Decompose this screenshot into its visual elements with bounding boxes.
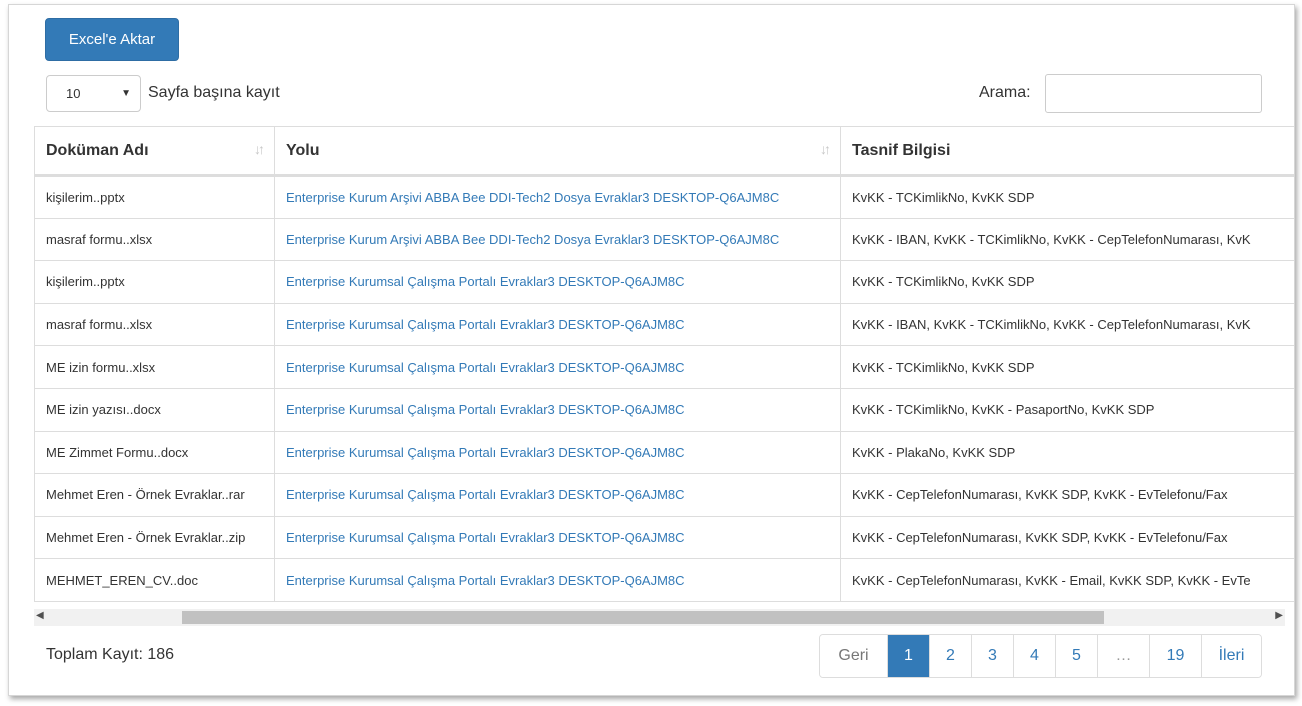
table-row[interactable]: ME Zimmet Formu..docx Enterprise Kurumsal… — [34, 430, 1294, 475]
pagination-ellipsis: … — [1097, 635, 1149, 677]
cell-document-name: ME izin yazısı..docx — [34, 387, 275, 432]
column-header-label: Doküman Adı — [46, 141, 149, 159]
cell-document-name: Mehmet Eren - Örnek Evraklar..rar — [34, 473, 275, 517]
search-label: Arama: — [979, 84, 1031, 101]
cell-classification: KvKK - IBAN, KvKK - TCKimlikNo, KvKK - C… — [840, 217, 1294, 262]
pagination-page-3[interactable]: 3 — [971, 635, 1013, 677]
column-header-label: Tasnif Bilgisi — [852, 141, 951, 159]
cell-path[interactable]: Enterprise Kurumsal Çalışma Portalı Evra… — [274, 387, 841, 432]
cell-document-name: kişilerim..pptx — [34, 175, 275, 219]
cell-path[interactable]: Enterprise Kurumsal Çalışma Portalı Evra… — [274, 260, 841, 304]
cell-classification: KvKK - IBAN, KvKK - TCKimlikNo, KvKK - C… — [840, 302, 1294, 347]
table-row[interactable]: Mehmet Eren - Örnek Evraklar..rar Enterpr… — [34, 473, 1294, 517]
table-viewport: Doküman Adı ↓↑ Yolu ↓↑ Tasnif Bilgisi ki… — [34, 126, 1294, 604]
table-row[interactable]: masraf formu..xlsx Enterprise Kurum Arşiv… — [34, 217, 1294, 262]
pagination-page-5[interactable]: 5 — [1055, 635, 1097, 677]
cell-classification: KvKK - CepTelefonNumarası, KvKK SDP, KvK… — [840, 473, 1294, 517]
cell-path[interactable]: Enterprise Kurum Arşivi ABBA Bee DDI-Tec… — [274, 175, 841, 219]
page-length-select[interactable]: 10 ▼ — [46, 75, 141, 112]
cell-classification: KvKK - TCKimlikNo, KvKK - PasaportNo, Kv… — [840, 387, 1294, 432]
table-row[interactable]: MEHMET_EREN_CV..doc Enterprise Kurumsal Ç… — [34, 558, 1294, 602]
pagination-page-4[interactable]: 4 — [1013, 635, 1055, 677]
cell-path[interactable]: Enterprise Kurumsal Çalışma Portalı Evra… — [274, 345, 841, 389]
pagination-page-2[interactable]: 2 — [929, 635, 971, 677]
cell-classification: KvKK - PlakaNo, KvKK SDP — [840, 430, 1294, 475]
page-length-value: 10 — [66, 86, 81, 101]
export-excel-button[interactable]: Excel'e Aktar — [45, 18, 179, 61]
pagination-page-1[interactable]: 1 — [887, 635, 929, 677]
table-body: kişilerim..pptx Enterprise Kurum Arşivi A… — [34, 175, 1294, 602]
cell-path[interactable]: Enterprise Kurumsal Çalışma Portalı Evra… — [274, 515, 841, 560]
cell-document-name: masraf formu..xlsx — [34, 217, 275, 262]
cell-document-name: MEHMET_EREN_CV..doc — [34, 558, 275, 602]
table-row[interactable]: ME izin yazısı..docx Enterprise Kurumsal … — [34, 387, 1294, 432]
column-header-classification[interactable]: Tasnif Bilgisi — [840, 126, 1294, 177]
cell-document-name: ME Zimmet Formu..docx — [34, 430, 275, 475]
pagination: Geri 1 2 3 4 5 … 19 İleri — [819, 634, 1262, 678]
cell-document-name: ME izin formu..xlsx — [34, 345, 275, 389]
table-row[interactable]: ME izin formu..xlsx Enterprise Kurumsal Ç… — [34, 345, 1294, 389]
column-header-label: Yolu — [286, 141, 320, 159]
cell-document-name: masraf formu..xlsx — [34, 302, 275, 347]
cell-classification: KvKK - CepTelefonNumarası, KvKK SDP, KvK… — [840, 515, 1294, 560]
total-records: Toplam Kayıt: 186 — [46, 646, 175, 663]
horizontal-scrollbar[interactable]: ◀ ▶ — [34, 609, 1285, 626]
cell-classification: KvKK - TCKimlikNo, KvKK SDP — [840, 345, 1294, 389]
column-header-path[interactable]: Yolu ↓↑ — [274, 126, 841, 177]
cell-path[interactable]: Enterprise Kurumsal Çalışma Portalı Evra… — [274, 473, 841, 517]
column-header-document-name[interactable]: Doküman Adı ↓↑ — [34, 126, 275, 177]
cell-path[interactable]: Enterprise Kurum Arşivi ABBA Bee DDI-Tec… — [274, 217, 841, 262]
pagination-page-19[interactable]: 19 — [1149, 635, 1201, 677]
table-row[interactable]: kişilerim..pptx Enterprise Kurumsal Çalış… — [34, 260, 1294, 304]
cell-classification: KvKK - CepTelefonNumarası, KvKK - Email,… — [840, 558, 1294, 602]
cell-classification: KvKK - TCKimlikNo, KvKK SDP — [840, 175, 1294, 219]
table-row[interactable]: masraf formu..xlsx Enterprise Kurumsal Ça… — [34, 302, 1294, 347]
cell-document-name: Mehmet Eren - Örnek Evraklar..zip — [34, 515, 275, 560]
search-input[interactable] — [1045, 74, 1262, 113]
table-row[interactable]: Mehmet Eren - Örnek Evraklar..zip Enterpr… — [34, 515, 1294, 560]
data-table-panel: Excel'e Aktar 10 ▼ Sayfa başına kayıt Ar… — [8, 4, 1295, 696]
chevron-down-icon: ▼ — [121, 88, 131, 99]
table-header-row: Doküman Adı ↓↑ Yolu ↓↑ Tasnif Bilgisi — [34, 126, 1294, 177]
scrollbar-thumb[interactable] — [182, 611, 1104, 624]
page-length-label: Sayfa başına kayıt — [148, 84, 280, 101]
cell-path[interactable]: Enterprise Kurumsal Çalışma Portalı Evra… — [274, 430, 841, 475]
cell-classification: KvKK - TCKimlikNo, KvKK SDP — [840, 260, 1294, 304]
cell-document-name: kişilerim..pptx — [34, 260, 275, 304]
scroll-left-icon[interactable]: ◀ — [36, 610, 44, 621]
table-row[interactable]: kişilerim..pptx Enterprise Kurum Arşivi A… — [34, 175, 1294, 219]
sort-icon: ↓↑ — [254, 141, 265, 157]
pagination-prev-button[interactable]: Geri — [820, 635, 887, 677]
documents-table: Doküman Adı ↓↑ Yolu ↓↑ Tasnif Bilgisi ki… — [34, 126, 1294, 602]
cell-path[interactable]: Enterprise Kurumsal Çalışma Portalı Evra… — [274, 558, 841, 602]
pagination-next-button[interactable]: İleri — [1201, 635, 1261, 677]
cell-path[interactable]: Enterprise Kurumsal Çalışma Portalı Evra… — [274, 302, 841, 347]
scroll-right-icon[interactable]: ▶ — [1275, 610, 1283, 621]
sort-icon: ↓↑ — [820, 141, 831, 157]
